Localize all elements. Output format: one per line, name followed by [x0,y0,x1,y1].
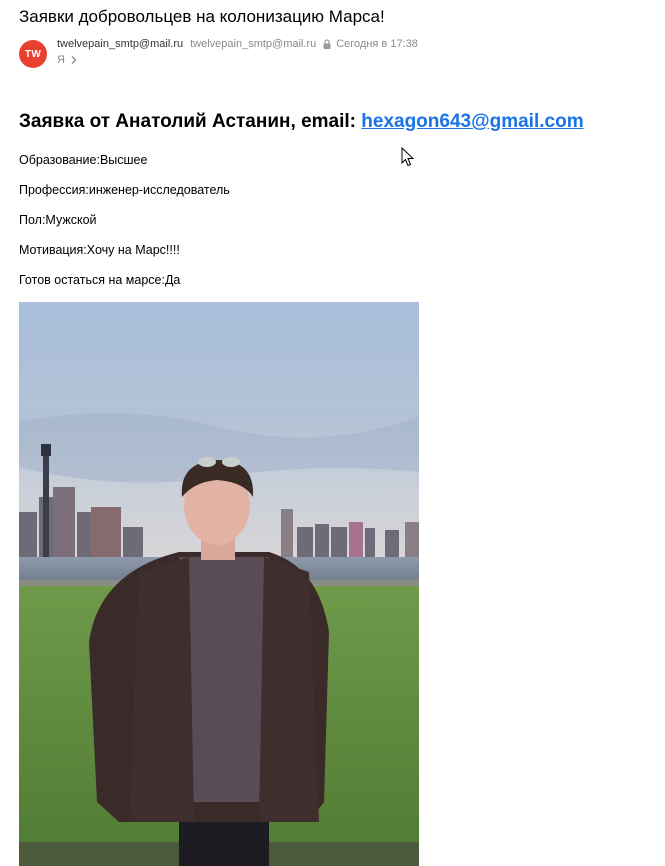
mouse-cursor-icon [401,147,415,167]
sender-name[interactable]: twelvepain_smtp@mail.ru [57,38,183,50]
field-motivation: Мотивация:Хочу на Марс!!!! [19,243,180,257]
applicant-email-link[interactable]: hexagon643@gmail.com [361,111,583,132]
field-ready-to-stay: Готов остаться на марсе:Да [19,273,181,287]
field-gender: Пол:Мужской [19,213,97,227]
field-profession: Профессия:инженер-исследователь [19,183,230,197]
application-heading: Заявка от Анатолий Астанин, email: hexag… [19,111,584,133]
email-date: Сегодня в 17:38 [336,38,418,50]
heading-text: Заявка от Анатолий Астанин, email: [19,111,362,132]
field-education: Образование:Высшее [19,153,148,167]
chevron-right-icon [71,56,77,64]
email-subject: Заявки добровольцев на колонизацию Марса… [19,7,385,26]
recipient-label: Я [57,54,65,66]
sender-info: twelvepain_smtp@mail.ru twelvepain_smtp@… [57,38,418,50]
applicant-photo[interactable] [19,302,419,866]
lock-icon [323,39,331,49]
sender-email[interactable]: twelvepain_smtp@mail.ru [190,38,316,50]
sender-avatar[interactable]: TW [19,40,47,68]
photo-image [19,302,419,866]
recipient-toggle[interactable]: Я [57,54,78,66]
